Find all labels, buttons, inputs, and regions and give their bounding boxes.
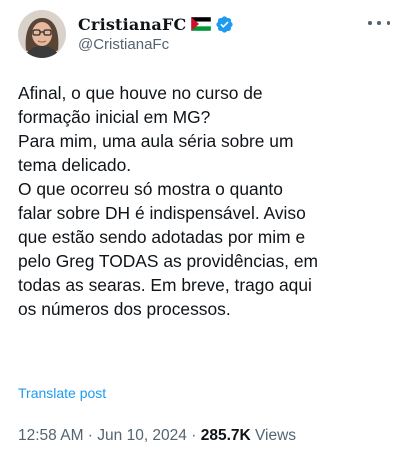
more-dot — [386, 21, 390, 25]
tweet-date[interactable]: Jun 10, 2024 — [97, 427, 187, 444]
views-count[interactable]: 285.7K — [201, 427, 251, 444]
tweet-card: 𝐂𝐫𝐢𝐬𝐭𝐢𝐚𝐧𝐚𝐅𝐂 @CristianaFc Afinal, o que h… — [0, 0, 408, 454]
display-name-row: 𝐂𝐫𝐢𝐬𝐭𝐢𝐚𝐧𝐚𝐅𝐂 — [78, 13, 234, 35]
meta-separator: · — [186, 427, 201, 444]
author-names: 𝐂𝐫𝐢𝐬𝐭𝐢𝐚𝐧𝐚𝐅𝐂 @CristianaFc — [78, 13, 234, 53]
tweet-text: Afinal, o que houve no curso de formação… — [18, 83, 318, 319]
palestine-flag-icon — [191, 16, 212, 32]
tweet-header: 𝐂𝐫𝐢𝐬𝐭𝐢𝐚𝐧𝐚𝐅𝐂 @CristianaFc — [18, 10, 390, 60]
avatar[interactable] — [18, 10, 66, 58]
display-name[interactable]: 𝐂𝐫𝐢𝐬𝐭𝐢𝐚𝐧𝐚𝐅𝐂 — [78, 15, 186, 34]
views-label: Views — [250, 427, 297, 444]
more-dot — [377, 21, 381, 25]
translate-post-link[interactable]: Translate post — [18, 385, 106, 401]
tweet-time[interactable]: 12:58 AM — [18, 427, 84, 444]
verified-badge-icon[interactable] — [215, 15, 234, 34]
author-handle[interactable]: @CristianaFc — [78, 36, 234, 53]
more-horizontal-icon[interactable] — [368, 14, 390, 32]
meta-separator: · — [83, 427, 98, 444]
tweet-meta: 12:58 AM · Jun 10, 2024 · 285.7K Views — [18, 427, 296, 445]
more-dot — [368, 21, 372, 25]
